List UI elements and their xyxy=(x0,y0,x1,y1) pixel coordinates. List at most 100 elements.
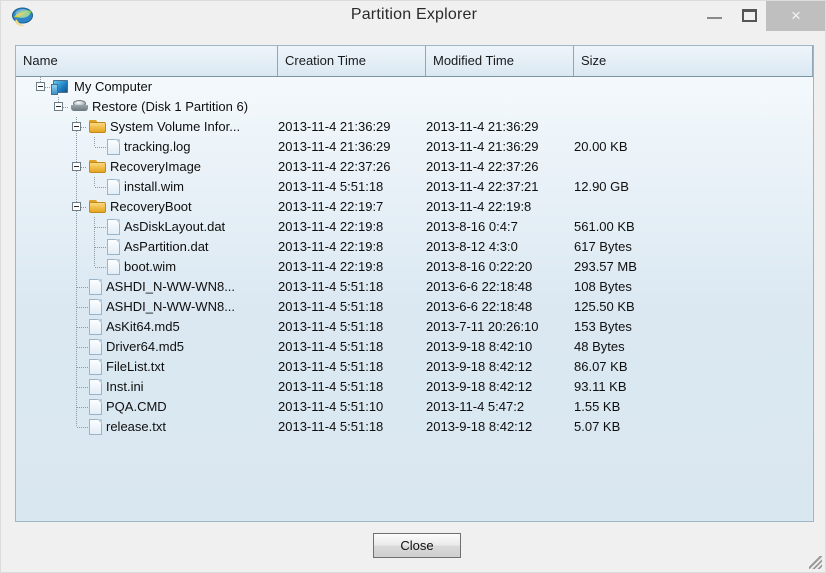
file-icon xyxy=(89,419,102,435)
tree-expander-collapse-icon[interactable] xyxy=(36,82,45,91)
tree-guide-line xyxy=(76,137,77,157)
minimize-button[interactable] xyxy=(698,1,731,31)
cell-size: 293.57 MB xyxy=(574,259,637,274)
folder-icon xyxy=(89,160,106,173)
file-tree-surface[interactable]: Name Creation Time Modified Time Size My Co… xyxy=(16,46,813,521)
table-row[interactable]: Inst.ini 2013-11-4 5:51:18 2013-9-18 8:42:… xyxy=(16,377,813,397)
table-row[interactable]: PQA.CMD 2013-11-4 5:51:10 2013-11-4 5:47:2… xyxy=(16,397,813,417)
cell-modified-time: 2013-11-4 21:36:29 xyxy=(426,139,539,154)
tree-node[interactable]: AsKit64.md5 xyxy=(16,317,278,337)
table-row[interactable]: RecoveryBoot 2013-11-4 22:19:7 2013-11-4 2… xyxy=(16,197,813,217)
cell-size: 153 Bytes xyxy=(574,319,632,334)
tree-guide-line xyxy=(77,407,88,408)
table-row[interactable]: My Computer xyxy=(16,77,813,97)
cell-creation-time: 2013-11-4 22:19:7 xyxy=(278,199,384,214)
file-icon xyxy=(107,239,120,255)
close-window-button[interactable]: × xyxy=(766,1,825,31)
cell-size: 20.00 KB xyxy=(574,139,628,154)
cell-size: 48 Bytes xyxy=(574,339,625,354)
table-row[interactable]: AsDiskLayout.dat 2013-11-4 22:19:8 2013-8-… xyxy=(16,217,813,237)
table-row[interactable]: tracking.log 2013-11-4 21:36:29 2013-11-4 … xyxy=(16,137,813,157)
table-row[interactable]: ASHDI_N-WW-WN8... 2013-11-4 5:51:18 2013-6… xyxy=(16,277,813,297)
cell-modified-time: 2013-9-18 8:42:12 xyxy=(426,419,533,434)
cell-creation-time: 2013-11-4 22:37:26 xyxy=(278,159,391,174)
tree-node[interactable]: System Volume Infor... xyxy=(16,117,278,137)
tree-node[interactable]: AsPartition.dat xyxy=(16,237,278,257)
column-header-name[interactable]: Name xyxy=(16,46,278,76)
table-row[interactable]: FileList.txt 2013-11-4 5:51:18 2013-9-18 8… xyxy=(16,357,813,377)
column-header-creation-time[interactable]: Creation Time xyxy=(278,46,426,76)
column-header-row: Name Creation Time Modified Time Size xyxy=(16,46,813,77)
tree-node-label: My Computer xyxy=(74,79,153,94)
cell-creation-time: 2013-11-4 5:51:18 xyxy=(278,379,384,394)
tree-node-label: RecoveryImage xyxy=(110,159,202,174)
cell-creation-time: 2013-11-4 21:36:29 xyxy=(278,139,391,154)
tree-node[interactable]: RecoveryImage xyxy=(16,157,278,177)
tree-node[interactable]: Restore (Disk 1 Partition 6) xyxy=(16,97,278,117)
cell-size: 12.90 GB xyxy=(574,179,629,194)
tree-node[interactable]: release.txt xyxy=(16,417,278,437)
minimize-icon xyxy=(707,17,722,19)
tree-node[interactable]: RecoveryBoot xyxy=(16,197,278,217)
cell-size: 86.07 KB xyxy=(574,359,628,374)
cell-modified-time: 2013-8-16 0:4:7 xyxy=(426,219,518,234)
cell-size: 1.55 KB xyxy=(574,399,621,414)
tree-node-label: boot.wim xyxy=(124,259,177,274)
file-tree-rows: My Computer Restore (Disk 1 Partition 6) S… xyxy=(16,77,813,521)
column-header-size[interactable]: Size xyxy=(574,46,813,76)
cell-modified-time: 2013-11-4 5:47:2 xyxy=(426,399,525,414)
tree-node[interactable]: AsDiskLayout.dat xyxy=(16,217,278,237)
tree-node[interactable]: boot.wim xyxy=(16,257,278,277)
cell-modified-time: 2013-11-4 22:37:21 xyxy=(426,179,539,194)
maximize-button[interactable] xyxy=(733,1,766,31)
table-row[interactable]: boot.wim 2013-11-4 22:19:8 2013-8-16 0:22:… xyxy=(16,257,813,277)
tree-expander-collapse-icon[interactable] xyxy=(72,162,81,171)
tree-node[interactable]: tracking.log xyxy=(16,137,278,157)
tree-node[interactable]: PQA.CMD xyxy=(16,397,278,417)
cell-creation-time: 2013-11-4 5:51:18 xyxy=(278,419,384,434)
file-icon xyxy=(107,219,120,235)
table-row[interactable]: Driver64.md5 2013-11-4 5:51:18 2013-9-18 8… xyxy=(16,337,813,357)
tree-node[interactable]: Driver64.md5 xyxy=(16,337,278,357)
cell-creation-time: 2013-11-4 5:51:10 xyxy=(278,399,384,414)
tree-node[interactable]: FileList.txt xyxy=(16,357,278,377)
tree-node[interactable]: install.wim xyxy=(16,177,278,197)
file-icon xyxy=(89,359,102,375)
cell-modified-time xyxy=(426,77,574,97)
cell-modified-time xyxy=(426,97,574,117)
table-row[interactable]: System Volume Infor... 2013-11-4 21:36:29… xyxy=(16,117,813,137)
cell-modified-time: 2013-11-4 22:19:8 xyxy=(426,199,532,214)
tree-node[interactable]: ASHDI_N-WW-WN8... xyxy=(16,297,278,317)
tree-guide-line xyxy=(77,347,88,348)
tree-guide-line xyxy=(77,387,88,388)
file-icon xyxy=(107,179,120,195)
table-row[interactable]: AsPartition.dat 2013-11-4 22:19:8 2013-8-1… xyxy=(16,237,813,257)
column-header-modified-time[interactable]: Modified Time xyxy=(426,46,574,76)
cell-size xyxy=(574,117,813,137)
table-row[interactable]: RecoveryImage 2013-11-4 22:37:26 2013-11-4… xyxy=(16,157,813,177)
tree-node-label: release.txt xyxy=(106,419,166,434)
cell-creation-time: 2013-11-4 22:19:8 xyxy=(278,219,384,234)
close-button[interactable]: Close xyxy=(373,533,461,558)
tree-node-label: PQA.CMD xyxy=(106,399,167,414)
tree-node-label: install.wim xyxy=(124,179,184,194)
resize-grip[interactable] xyxy=(809,556,822,569)
tree-expander-collapse-icon[interactable] xyxy=(72,202,81,211)
table-row[interactable]: AsKit64.md5 2013-11-4 5:51:18 2013-7-11 20… xyxy=(16,317,813,337)
file-icon xyxy=(107,259,120,275)
tree-guide-line xyxy=(95,147,106,148)
tree-node-label: ASHDI_N-WW-WN8... xyxy=(106,279,236,294)
table-row[interactable]: Restore (Disk 1 Partition 6) xyxy=(16,97,813,117)
table-row[interactable]: ASHDI_N-WW-WN8... 2013-11-4 5:51:18 2013-6… xyxy=(16,297,813,317)
cell-creation-time xyxy=(278,77,426,97)
tree-node[interactable]: Inst.ini xyxy=(16,377,278,397)
tree-expander-collapse-icon[interactable] xyxy=(72,122,81,131)
tree-expander-collapse-icon[interactable] xyxy=(54,102,63,111)
tree-node[interactable]: My Computer xyxy=(16,77,278,97)
tree-guide-line xyxy=(95,227,106,228)
disk-icon xyxy=(71,100,88,111)
file-icon xyxy=(107,139,120,155)
table-row[interactable]: release.txt 2013-11-4 5:51:18 2013-9-18 8:… xyxy=(16,417,813,437)
tree-node[interactable]: ASHDI_N-WW-WN8... xyxy=(16,277,278,297)
table-row[interactable]: install.wim 2013-11-4 5:51:18 2013-11-4 22… xyxy=(16,177,813,197)
